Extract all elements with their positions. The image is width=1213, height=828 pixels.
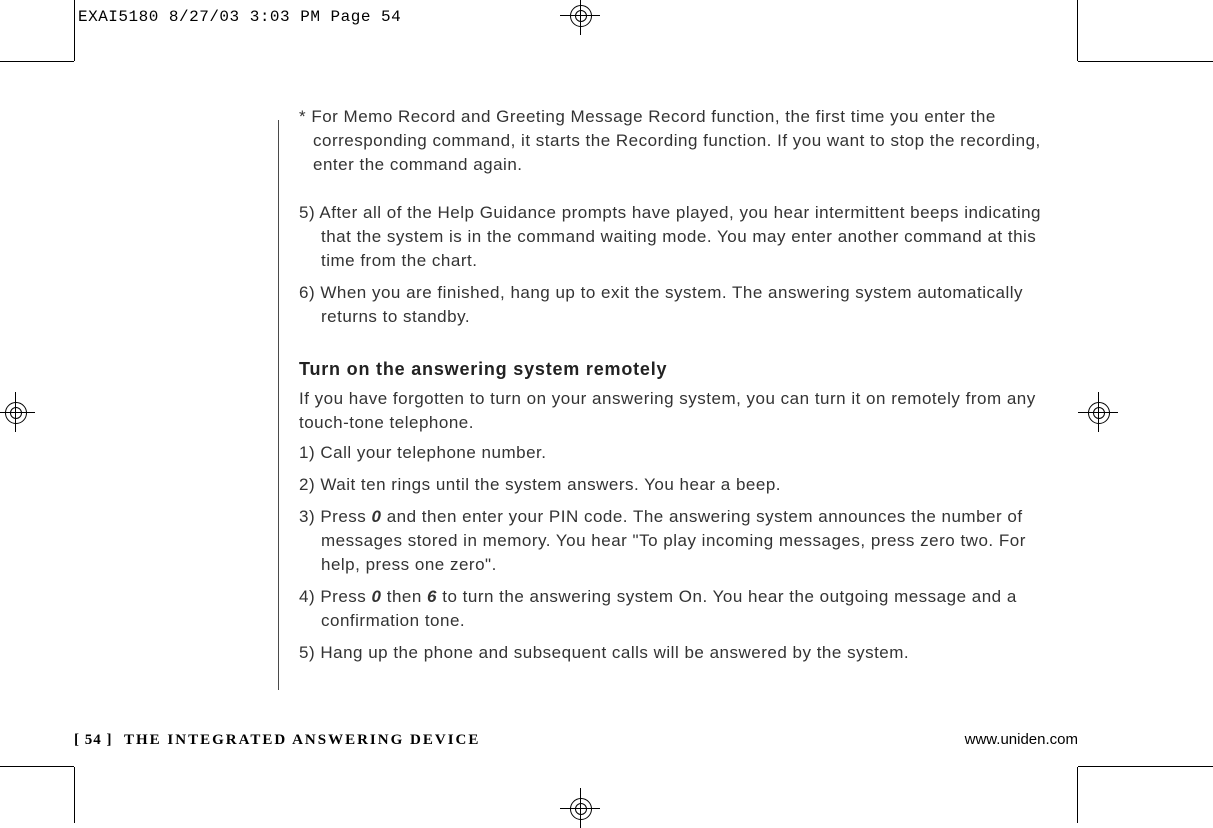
step-5-text: 5) After all of the Help Guidance prompt… <box>299 201 1058 273</box>
remote-step-3-part-a: 3) Press <box>299 507 372 526</box>
crop-mark <box>1078 766 1213 767</box>
crop-mark <box>0 766 74 767</box>
remote-step-4: 4) Press 0 then 6 to turn the answering … <box>299 585 1058 633</box>
key-zero: 0 <box>372 587 382 606</box>
registration-mark-icon <box>0 392 35 432</box>
step-6-text: 6) When you are finished, hang up to exi… <box>299 281 1058 329</box>
footer-left: [ 54 ] THE INTEGRATED ANSWERING DEVICE <box>74 732 480 749</box>
remote-step-4-part-b: then <box>382 587 428 606</box>
intro-text: If you have forgotten to turn on your an… <box>299 387 1058 435</box>
vertical-rule <box>278 120 279 690</box>
remote-step-1: 1) Call your telephone number. <box>299 441 1058 465</box>
crop-mark <box>1077 767 1078 823</box>
crop-mark <box>1077 0 1078 61</box>
page-number-bracket: [ <box>74 732 85 748</box>
key-zero: 0 <box>372 507 382 526</box>
registration-mark-icon <box>1078 392 1118 432</box>
crop-mark <box>0 61 74 62</box>
registration-mark-icon <box>560 0 600 35</box>
remote-step-3-part-b: and then enter your PIN code. The answer… <box>321 507 1026 574</box>
remote-step-4-part-a: 4) Press <box>299 587 372 606</box>
subsection-heading: Turn on the answering system remotely <box>299 357 1058 381</box>
registration-mark-icon <box>560 788 600 828</box>
page-footer: [ 54 ] THE INTEGRATED ANSWERING DEVICE w… <box>74 731 1078 749</box>
footnote-text: * For Memo Record and Greeting Message R… <box>299 105 1058 177</box>
body-text-column: * For Memo Record and Greeting Message R… <box>299 105 1058 673</box>
crop-mark <box>74 0 75 61</box>
remote-step-5: 5) Hang up the phone and subsequent call… <box>299 641 1058 665</box>
remote-step-2: 2) Wait ten rings until the system answe… <box>299 473 1058 497</box>
page-number: 54 <box>85 732 102 748</box>
crop-mark <box>74 767 75 823</box>
print-slug: EXAI5180 8/27/03 3:03 PM Page 54 <box>78 8 401 26</box>
remote-step-3: 3) Press 0 and then enter your PIN code.… <box>299 505 1058 577</box>
section-title: THE INTEGRATED ANSWERING DEVICE <box>124 732 480 748</box>
crop-mark <box>1078 61 1213 62</box>
footer-url: www.uniden.com <box>965 731 1078 748</box>
page-frame: * For Memo Record and Greeting Message R… <box>74 105 1078 763</box>
page-number-bracket: ] <box>102 732 113 748</box>
key-six: 6 <box>427 587 437 606</box>
